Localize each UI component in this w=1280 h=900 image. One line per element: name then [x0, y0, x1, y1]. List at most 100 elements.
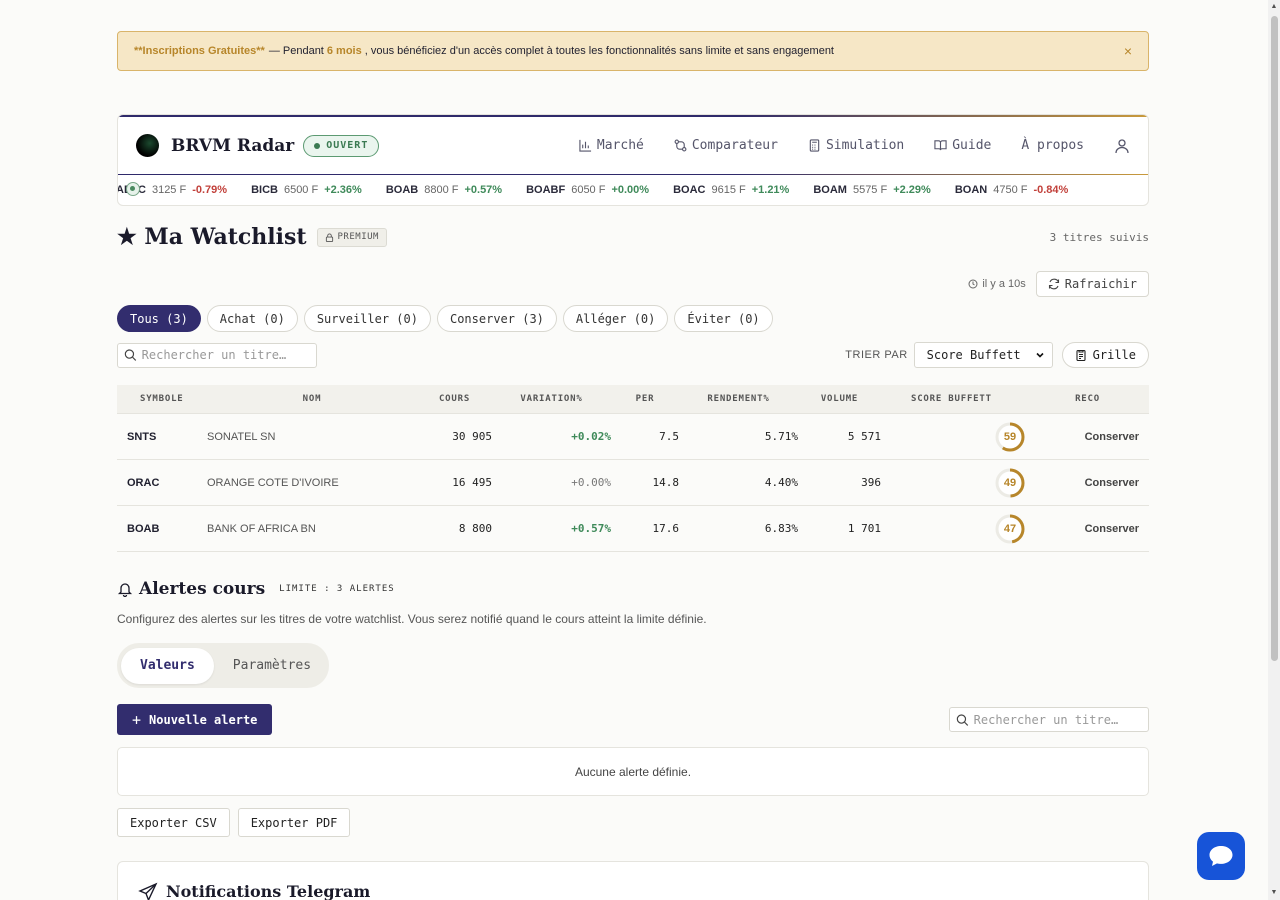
scroll-thumb[interactable]: [1271, 16, 1278, 661]
ticker-change: +0.57%: [464, 184, 503, 196]
cell-variation: +0.02%: [571, 430, 611, 443]
brand-name[interactable]: BRVM Radar: [171, 136, 294, 156]
cell-score: 49: [881, 467, 1026, 499]
filter-chip[interactable]: Achat (0): [206, 305, 298, 332]
table-row[interactable]: SNTS SONATEL SN 30 905 +0.02% 7.5 5.71% …: [117, 414, 1149, 460]
watchlist-search[interactable]: [117, 342, 317, 368]
ticker-item[interactable]: BICB 6500 F +2.36%: [251, 184, 362, 196]
last-updated: il y a 10s: [968, 278, 1026, 290]
filter-chip[interactable]: Tous (3): [117, 305, 201, 332]
market-status-badge: OUVERT: [303, 134, 380, 157]
ticker-item[interactable]: BOAB 8800 F +0.57%: [386, 184, 502, 196]
cell-reco: Conserver: [1084, 430, 1139, 443]
ticker-item[interactable]: BOAC 9615 F +1.21%: [673, 184, 789, 196]
scroll-down-icon[interactable]: ▼: [1270, 889, 1278, 897]
refresh-icon: [1048, 278, 1059, 290]
column-header[interactable]: PER: [611, 394, 679, 404]
ticker-item[interactable]: BOABF 6050 F +0.00%: [526, 184, 649, 196]
ticker-price: 4750 F: [993, 184, 1028, 196]
nav-guide[interactable]: Guide: [934, 138, 991, 153]
filter-chip[interactable]: Alléger (0): [562, 305, 669, 332]
close-icon[interactable]: ×: [1124, 43, 1132, 59]
price-ticker: ABJC 3125 F -0.79%BICB 6500 F +2.36%BOAB…: [118, 175, 1148, 205]
ticker-price: 8800 F: [424, 184, 459, 196]
column-header[interactable]: COURS: [417, 394, 492, 404]
refresh-row: il y a 10s Rafraichir: [117, 271, 1149, 297]
column-header[interactable]: RECO: [1026, 394, 1149, 404]
premium-label: PREMIUM: [337, 232, 379, 242]
alerts-empty-state: Aucune alerte définie.: [117, 747, 1149, 796]
logo[interactable]: [136, 134, 159, 157]
column-header[interactable]: SYMBOLE: [117, 394, 207, 404]
tab-parametres[interactable]: Paramètres: [214, 648, 330, 684]
sort-label: TRIER PAR: [845, 349, 908, 361]
score-value: 59: [1003, 430, 1017, 443]
nav-marche[interactable]: Marché: [579, 138, 644, 153]
refresh-button[interactable]: Rafraichir: [1035, 271, 1149, 297]
column-header[interactable]: RENDEMENT%: [679, 394, 798, 404]
export-csv-button[interactable]: Exporter CSV: [117, 808, 230, 837]
page-title: ★ Ma Watchlist: [117, 224, 307, 250]
table-header: SYMBOLE NOM COURS VARIATION% PER RENDEMENT% VO…: [117, 385, 1149, 414]
cell-variation: +0.00%: [571, 476, 611, 489]
user-account-button[interactable]: [1114, 138, 1130, 154]
alerts-search-input[interactable]: [973, 712, 1142, 727]
alerts-title: Alertes cours: [139, 579, 266, 599]
calculator-icon: [809, 139, 820, 152]
filter-chip[interactable]: Éviter (0): [674, 305, 773, 332]
cell-rendement: 6.83%: [764, 522, 798, 535]
banner-lead: **Inscriptions Gratuites**: [134, 45, 265, 57]
tab-valeurs[interactable]: Valeurs: [121, 647, 214, 684]
promo-banner: **Inscriptions Gratuites** — Pendant 6 m…: [117, 31, 1149, 71]
alerts-search[interactable]: [949, 707, 1149, 732]
score-value: 47: [1003, 522, 1017, 535]
cell-cours: 30 905: [452, 430, 492, 443]
export-pdf-button[interactable]: Exporter PDF: [237, 808, 351, 837]
filter-chip[interactable]: Surveiller (0): [303, 305, 431, 332]
ticker-symbol: BOABF: [526, 184, 566, 196]
ticker-price: 5575 F: [852, 184, 888, 196]
sort-select[interactable]: Score Buffett: [913, 342, 1053, 368]
ticker-symbol: BOAC: [673, 184, 706, 196]
new-alert-button[interactable]: + Nouvelle alerte: [117, 704, 273, 735]
bell-icon: [117, 583, 133, 597]
nav-apropos[interactable]: À propos: [1021, 138, 1084, 153]
sort-value: Score Buffett: [926, 348, 1021, 362]
column-header[interactable]: SCORE BUFFETT: [881, 394, 1026, 404]
filter-chip[interactable]: Conserver (3): [436, 305, 557, 332]
compare-icon: [674, 139, 687, 152]
scroll-up-icon[interactable]: ▲: [1270, 3, 1278, 11]
cell-symbol: BOAB: [127, 522, 160, 535]
alerts-tabs: Valeurs Paramètres: [117, 643, 329, 688]
column-header[interactable]: NOM: [207, 394, 417, 404]
cell-variation: +0.57%: [571, 522, 611, 535]
column-header[interactable]: VOLUME: [798, 394, 881, 404]
book-icon: [934, 140, 947, 151]
reco-filters: Tous (3) Achat (0) Surveiller (0) Conserver…: [117, 305, 1149, 332]
export-buttons: Exporter CSV Exporter PDF: [117, 808, 1149, 837]
ticker-price: 6500 F: [283, 184, 319, 196]
cell-rendement: 5.71%: [764, 430, 798, 443]
table-row[interactable]: BOAB BANK OF AFRICA BN 8 800 +0.57% 17.6…: [117, 506, 1149, 552]
cell-per: 17.6: [652, 522, 680, 535]
nav-comparateur[interactable]: Comparateur: [674, 138, 778, 153]
ticker-change: +0.00%: [611, 184, 650, 196]
ticker-symbol: BOAN: [954, 184, 988, 196]
alerts-actions: + Nouvelle alerte: [117, 704, 1149, 735]
watchlist-search-input[interactable]: [141, 348, 310, 362]
ticker-item[interactable]: BOAN 4750 F -0.84%: [955, 184, 1069, 196]
nav-label: Marché: [596, 138, 644, 153]
page-scrollbar[interactable]: ▲ ▼: [1268, 0, 1280, 900]
nav-simulation[interactable]: Simulation: [808, 138, 904, 153]
live-dot-icon: [126, 182, 140, 196]
lock-icon: [325, 232, 333, 242]
refresh-label: Rafraichir: [1064, 277, 1137, 291]
chat-button[interactable]: [1197, 832, 1245, 880]
column-header[interactable]: VARIATION%: [492, 394, 611, 404]
banner-text-rest: , vous bénéficiez d'un accès complet à t…: [364, 45, 834, 57]
ticker-item[interactable]: BOAM 5575 F +2.29%: [813, 184, 930, 196]
ticker-price: 6050 F: [571, 184, 606, 196]
table-row[interactable]: ORAC ORANGE COTE D'IVOIRE 16 495 +0.00% …: [117, 460, 1149, 506]
view-grid-toggle[interactable]: Grille: [1061, 342, 1149, 368]
banner-text: — Pendant: [268, 45, 324, 57]
